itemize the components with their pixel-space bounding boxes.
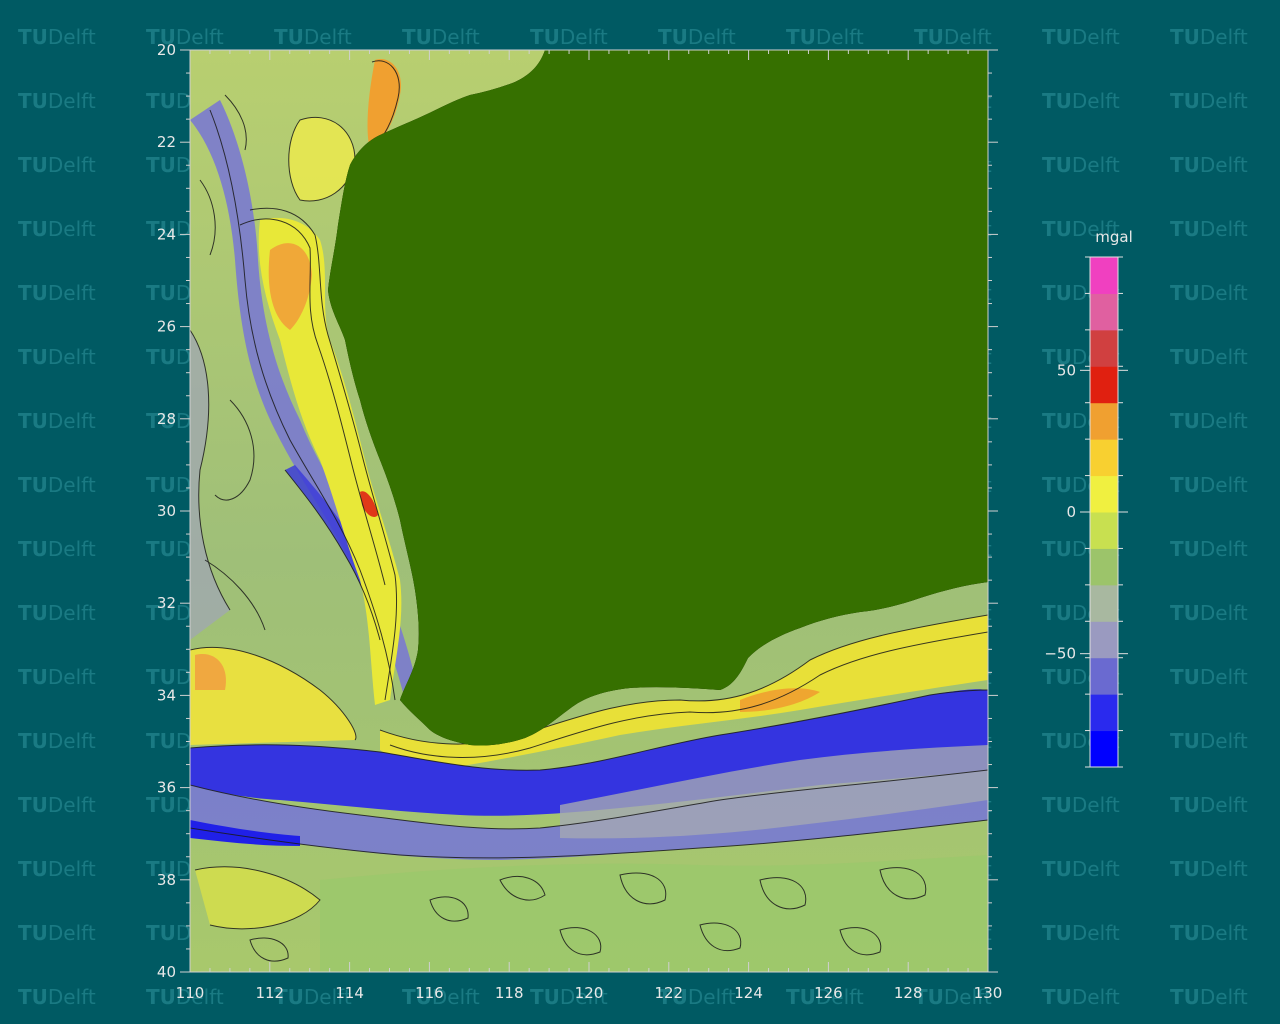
- colorbar-swatch: [1090, 257, 1118, 294]
- colorbar-swatch: [1090, 439, 1118, 477]
- y-tick-label: 40: [157, 963, 176, 981]
- colorbar-tick-label: 0: [1066, 503, 1076, 521]
- x-tick-label: 126: [814, 984, 843, 1002]
- y-tick-label: 22: [157, 133, 176, 151]
- colorbar-swatch: [1090, 694, 1118, 732]
- y-tick-label: 28: [157, 410, 176, 428]
- colorbar-tick-labels: 50 0 −50: [1044, 361, 1076, 662]
- colorbar-swatch: [1090, 621, 1118, 659]
- x-tick-label: 120: [575, 984, 604, 1002]
- x-tick-label: 116: [415, 984, 444, 1002]
- y-axis-labels: 20 22 24 26 28 30 32 34 36 38 40: [157, 41, 176, 981]
- map-field: [190, 50, 988, 972]
- colorbar: mgal 50 0 −50: [1044, 228, 1133, 768]
- colorbar-swatch: [1090, 512, 1118, 549]
- colorbar-swatch: [1090, 293, 1118, 331]
- y-tick-label: 24: [157, 225, 176, 243]
- y-tick-label: 34: [157, 686, 176, 704]
- colorbar-unit-label: mgal: [1095, 228, 1133, 246]
- x-tick-label: 110: [176, 984, 205, 1002]
- y-tick-label: 30: [157, 502, 176, 520]
- x-tick-label: 118: [495, 984, 524, 1002]
- colorbar-swatch: [1090, 730, 1118, 768]
- y-tick-label: 36: [157, 779, 176, 797]
- y-tick-label: 38: [157, 871, 176, 889]
- x-tick-label: 128: [894, 984, 923, 1002]
- x-tick-label: 114: [335, 984, 364, 1002]
- x-tick-label: 124: [734, 984, 763, 1002]
- colorbar-swatch: [1090, 366, 1118, 404]
- x-tick-label: 112: [255, 984, 284, 1002]
- colorbar-swatch: [1090, 548, 1118, 586]
- colorbar-swatch: [1090, 329, 1118, 367]
- x-axis-labels: 110 112 114 116 118 120 122 124 126 128 130: [176, 984, 1003, 1002]
- y-tick-label: 26: [157, 318, 176, 336]
- colorbar-swatch: [1090, 584, 1118, 622]
- colorbar-swatch: [1090, 657, 1118, 695]
- colorbar-tick-label: 50: [1057, 361, 1076, 379]
- y-tick-label: 20: [157, 41, 176, 59]
- colorbar-tick-label: −50: [1044, 645, 1076, 663]
- x-tick-label: 122: [654, 984, 683, 1002]
- colorbar-swatch: [1090, 475, 1118, 513]
- x-tick-label: 130: [974, 984, 1003, 1002]
- y-tick-label: 32: [157, 594, 176, 612]
- far-south-green: [320, 855, 988, 972]
- colorbar-swatch: [1090, 402, 1118, 440]
- colorbar-blocks: [1090, 257, 1118, 768]
- gravity-anomaly-map: 110 112 114 116 118 120 122 124 126 128 130 20 22 24…: [157, 41, 1133, 1002]
